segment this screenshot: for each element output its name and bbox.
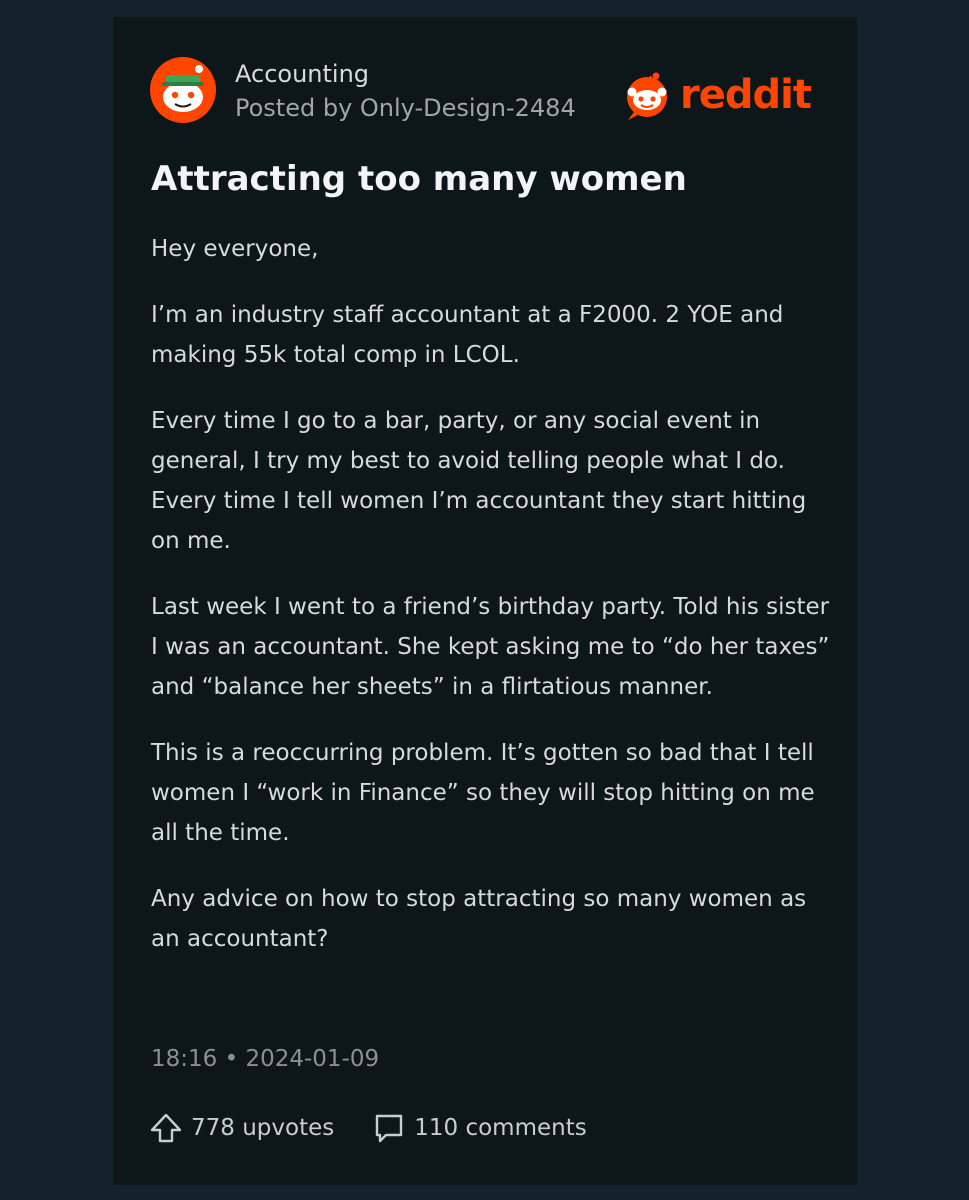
post-actions: 778 upvotes 110 comments bbox=[149, 1110, 587, 1146]
comment-count: 110 comments bbox=[414, 1115, 587, 1141]
post-meta: Accounting Posted by Only-Design-2484 bbox=[235, 57, 576, 125]
body-paragraph: Hey everyone, bbox=[151, 236, 319, 262]
posted-by[interactable]: Posted by Only-Design-2484 bbox=[235, 91, 576, 125]
subreddit-avatar[interactable] bbox=[150, 57, 216, 123]
body-paragraph: I’m an industry staff accountant at a F2… bbox=[151, 302, 784, 368]
upvote-count: 778 upvotes bbox=[191, 1115, 335, 1141]
reddit-wordmark: reddit bbox=[680, 72, 812, 118]
snoo-avatar-icon bbox=[150, 57, 216, 123]
subreddit-name[interactable]: Accounting bbox=[235, 57, 576, 91]
post-body: Hey everyone, I’m an industry staff acco… bbox=[151, 229, 841, 985]
reddit-brand: reddit bbox=[620, 65, 812, 125]
upvote-button[interactable]: 778 upvotes bbox=[149, 1110, 334, 1146]
post-timestamp: 18:16 • 2024-01-09 bbox=[151, 1046, 380, 1072]
upvote-arrow-icon bbox=[150, 1113, 182, 1143]
comments-button[interactable]: 110 comments bbox=[372, 1110, 587, 1146]
reddit-snoo-logo-icon bbox=[627, 72, 667, 120]
comment-bubble-icon bbox=[376, 1114, 403, 1143]
body-paragraph: Any advice on how to stop attracting so … bbox=[151, 886, 807, 952]
body-paragraph: Last week I went to a friend’s birthday … bbox=[151, 594, 830, 700]
post-card: Accounting Posted by Only-Design-2484 re… bbox=[113, 17, 857, 1185]
post-title[interactable]: Attracting too many women bbox=[151, 155, 831, 203]
body-paragraph: This is a reoccurring problem. It’s gott… bbox=[151, 740, 815, 846]
post-header: Accounting Posted by Only-Design-2484 re… bbox=[150, 57, 830, 137]
body-paragraph: Every time I go to a bar, party, or any … bbox=[151, 408, 807, 554]
